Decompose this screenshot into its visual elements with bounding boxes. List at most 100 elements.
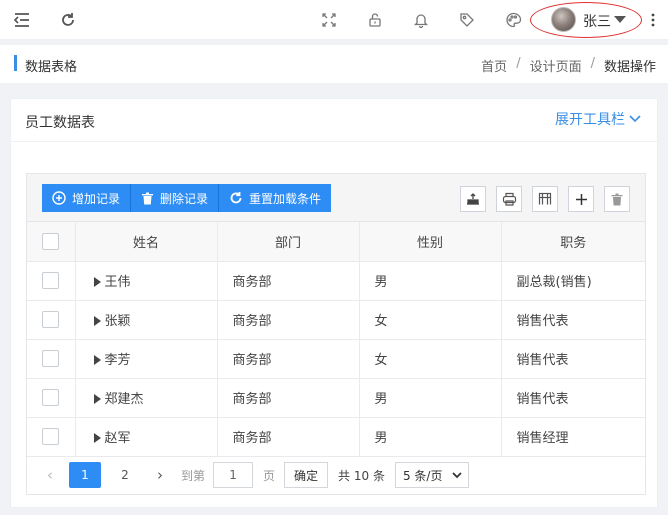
export-icon[interactable] bbox=[460, 186, 486, 212]
pagination: ‹ 1 2 › 到第 页 确定 共 10 条 5 条/页 bbox=[27, 456, 645, 494]
unlock-icon[interactable] bbox=[363, 8, 387, 32]
title-cell: 销售代表 bbox=[501, 339, 645, 379]
employee-table: 姓名 部门 性别 职务 王伟 商务部 男 副总裁(销售) 张颖 商务部 女 销售… bbox=[27, 222, 645, 457]
page-size-value: 5 条/页 bbox=[402, 468, 443, 483]
action-buttons: 增加记录 删除记录 重置加载条件 bbox=[42, 184, 332, 212]
row-select-cell bbox=[27, 378, 76, 418]
expand-row-icon[interactable] bbox=[93, 355, 101, 365]
title-cell: 副总裁(销售) bbox=[501, 261, 645, 301]
breadcrumb: 首页 / 设计页面 / 数据操作 bbox=[481, 56, 656, 75]
gender-cell: 男 bbox=[359, 417, 502, 457]
page-1-button[interactable]: 1 bbox=[69, 462, 101, 488]
delete-record-button[interactable]: 删除记录 bbox=[130, 184, 219, 212]
expand-row-icon[interactable] bbox=[93, 394, 101, 404]
gender-cell: 男 bbox=[359, 378, 502, 418]
grid-tools bbox=[460, 186, 630, 212]
name-value: 张颖 bbox=[104, 314, 131, 329]
table-row[interactable]: 张颖 商务部 女 销售代表 bbox=[27, 300, 645, 340]
add-record-button[interactable]: 增加记录 bbox=[42, 184, 131, 212]
reset-conditions-button[interactable]: 重置加载条件 bbox=[218, 184, 332, 212]
row-select-cell bbox=[27, 261, 76, 301]
page-jump-input[interactable] bbox=[213, 462, 254, 488]
refresh-icon[interactable] bbox=[56, 8, 80, 32]
table-row[interactable]: 李芳 商务部 女 销售代表 bbox=[27, 339, 645, 379]
chevron-down-icon bbox=[629, 115, 641, 123]
breadcrumb-separator: / bbox=[590, 56, 595, 71]
prev-page-icon[interactable]: ‹ bbox=[39, 466, 61, 484]
gender-cell: 女 bbox=[359, 300, 502, 340]
top-bar: 张三 bbox=[0, 0, 668, 40]
menu-fold-icon[interactable] bbox=[10, 8, 34, 32]
row-select-cell bbox=[27, 339, 76, 379]
row-checkbox[interactable] bbox=[42, 389, 60, 406]
plus-circle-icon bbox=[52, 191, 66, 205]
columns-icon[interactable] bbox=[532, 186, 558, 212]
name-value: 郑建杰 bbox=[104, 392, 144, 407]
table-header-row: 姓名 部门 性别 职务 bbox=[27, 222, 645, 262]
bell-icon[interactable] bbox=[409, 8, 433, 32]
palette-icon[interactable] bbox=[501, 8, 525, 32]
expand-row-icon[interactable] bbox=[93, 433, 101, 443]
caret-down-icon[interactable] bbox=[614, 16, 626, 23]
title-cell: 销售经理 bbox=[501, 417, 645, 457]
dept-cell: 商务部 bbox=[217, 261, 360, 301]
total-count: 共 10 条 bbox=[338, 468, 385, 483]
grid-toolbar: 增加记录 删除记录 重置加载条件 bbox=[27, 174, 645, 222]
row-select-cell bbox=[27, 417, 76, 457]
row-checkbox[interactable] bbox=[42, 311, 60, 328]
add-record-label: 增加记录 bbox=[72, 191, 121, 206]
dept-cell: 商务部 bbox=[217, 300, 360, 340]
tag-icon[interactable] bbox=[455, 8, 479, 32]
breadcrumb-design[interactable]: 设计页面 bbox=[530, 56, 582, 75]
dept-cell: 商务部 bbox=[217, 378, 360, 418]
name-cell: 张颖 bbox=[75, 300, 218, 340]
table-row[interactable]: 赵军 商务部 男 销售经理 bbox=[27, 417, 645, 457]
page-2-button[interactable]: 2 bbox=[109, 462, 141, 488]
table-row[interactable]: 王伟 商务部 男 副总裁(销售) bbox=[27, 261, 645, 301]
confirm-button[interactable]: 确定 bbox=[284, 462, 329, 488]
name-cell: 赵军 bbox=[75, 417, 218, 457]
column-header-title[interactable]: 职务 bbox=[501, 222, 645, 262]
column-header-dept[interactable]: 部门 bbox=[217, 222, 360, 262]
expand-toolbar-label: 展开工具栏 bbox=[555, 112, 625, 128]
page-size-select[interactable]: 5 条/页 bbox=[394, 462, 469, 488]
row-checkbox[interactable] bbox=[42, 350, 60, 367]
name-value: 赵军 bbox=[104, 431, 131, 446]
expand-row-icon[interactable] bbox=[93, 277, 101, 287]
fullscreen-icon[interactable] bbox=[317, 8, 341, 32]
title-cell: 销售代表 bbox=[501, 378, 645, 418]
table-row[interactable]: 郑建杰 商务部 男 销售代表 bbox=[27, 378, 645, 418]
delete-record-label: 删除记录 bbox=[160, 191, 209, 206]
row-select-cell bbox=[27, 300, 76, 340]
row-checkbox[interactable] bbox=[42, 272, 60, 289]
print-icon[interactable] bbox=[496, 186, 522, 212]
plus-icon[interactable] bbox=[568, 186, 594, 212]
avatar[interactable] bbox=[551, 7, 576, 32]
employee-card: 员工数据表 展开工具栏 增加记录 删除记录 重置加载条件 姓名 部门 性别 职务… bbox=[10, 98, 658, 508]
reset-conditions-label: 重置加载条件 bbox=[249, 191, 322, 206]
trash-icon[interactable] bbox=[604, 186, 630, 212]
page-unit-label: 页 bbox=[263, 468, 276, 483]
expand-row-icon[interactable] bbox=[93, 316, 101, 326]
refresh-icon bbox=[229, 191, 243, 205]
column-header-name[interactable]: 姓名 bbox=[75, 222, 218, 262]
expand-toolbar-link[interactable]: 展开工具栏 bbox=[555, 109, 641, 129]
name-value: 王伟 bbox=[104, 275, 131, 290]
more-vertical-icon[interactable] bbox=[646, 8, 660, 32]
card-title: 员工数据表 bbox=[25, 115, 95, 131]
dept-cell: 商务部 bbox=[217, 339, 360, 379]
breadcrumb-current: 数据操作 bbox=[603, 60, 656, 75]
column-header-gender[interactable]: 性别 bbox=[359, 222, 502, 262]
page-title: 数据表格 bbox=[25, 60, 78, 75]
select-all-checkbox[interactable] bbox=[42, 232, 60, 250]
breadcrumb-bar: 数据表格 首页 / 设计页面 / 数据操作 bbox=[0, 45, 668, 83]
trash-icon bbox=[141, 192, 154, 205]
title-marker bbox=[14, 55, 17, 71]
title-cell: 销售代表 bbox=[501, 300, 645, 340]
row-checkbox[interactable] bbox=[42, 428, 60, 445]
breadcrumb-home[interactable]: 首页 bbox=[481, 56, 507, 75]
user-name[interactable]: 张三 bbox=[583, 11, 611, 31]
next-page-icon[interactable]: › bbox=[149, 466, 171, 484]
name-value: 李芳 bbox=[104, 353, 131, 368]
data-grid: 增加记录 删除记录 重置加载条件 姓名 部门 性别 职务 王伟 商务部 男 副总… bbox=[26, 173, 646, 495]
